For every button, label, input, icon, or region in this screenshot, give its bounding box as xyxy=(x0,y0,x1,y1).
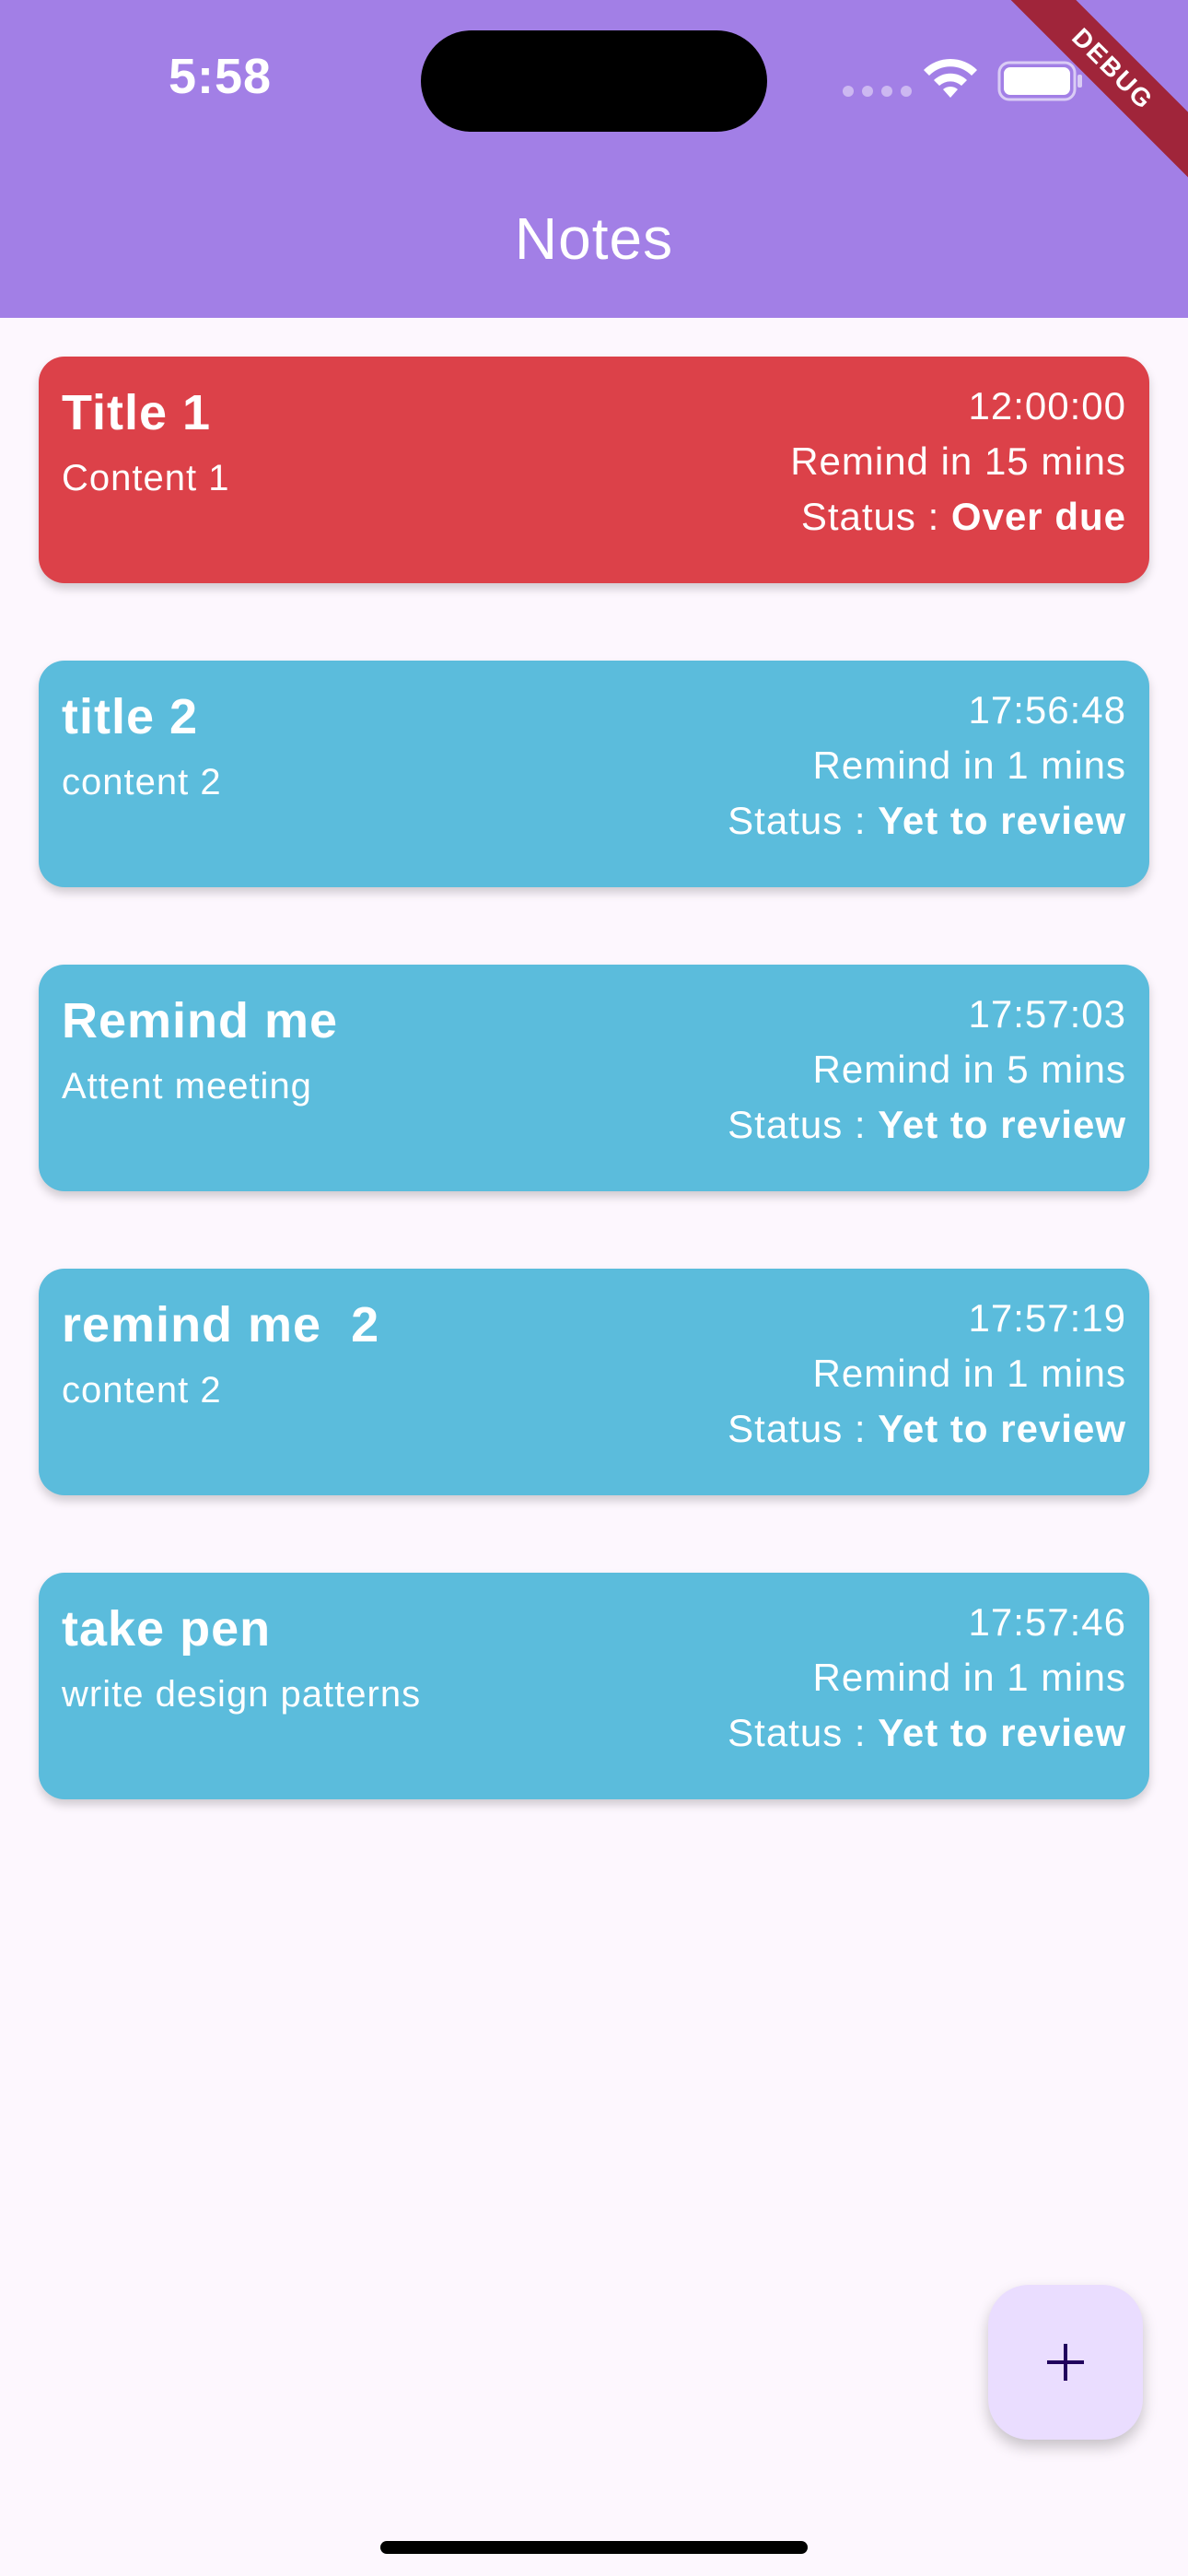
note-card[interactable]: remind me 2 content 2 17:57:19 Remind in… xyxy=(39,1269,1149,1495)
note-status: Status : Yet to review xyxy=(728,1711,1126,1755)
status-value: Yet to review xyxy=(878,1103,1126,1146)
note-card[interactable]: title 2 content 2 17:56:48 Remind in 1 m… xyxy=(39,661,1149,887)
note-content: Content 1 xyxy=(62,458,230,498)
note-status: Status : Yet to review xyxy=(728,1407,1126,1451)
note-time: 12:00:00 xyxy=(968,384,1126,427)
app-bar: 5:58 Notes DEBUG xyxy=(0,0,1188,318)
note-content: Attent meeting xyxy=(62,1066,312,1107)
add-note-button[interactable] xyxy=(988,2285,1143,2440)
note-reminder: Remind in 5 mins xyxy=(812,1048,1126,1091)
status-value: Yet to review xyxy=(878,1407,1126,1450)
status-value: Yet to review xyxy=(878,1711,1126,1754)
status-prefix: Status : xyxy=(728,1407,879,1450)
dynamic-island xyxy=(421,30,767,132)
wifi-icon xyxy=(924,58,977,98)
note-content: write design patterns xyxy=(62,1674,422,1715)
note-card[interactable]: take pen write design patterns 17:57:46 … xyxy=(39,1573,1149,1799)
note-title: Remind me xyxy=(62,993,339,1048)
note-title: remind me 2 xyxy=(62,1297,380,1352)
status-prefix: Status : xyxy=(728,799,879,842)
note-card[interactable]: Remind me Attent meeting 17:57:03 Remind… xyxy=(39,965,1149,1191)
note-content: content 2 xyxy=(62,1370,222,1411)
status-prefix: Status : xyxy=(800,495,951,538)
note-reminder: Remind in 15 mins xyxy=(790,439,1126,483)
note-status: Status : Yet to review xyxy=(728,799,1126,843)
note-time: 17:57:19 xyxy=(968,1296,1126,1340)
note-card[interactable]: Title 1 Content 1 12:00:00 Remind in 15 … xyxy=(39,357,1149,583)
home-indicator[interactable] xyxy=(380,2541,808,2554)
note-status: Status : Over due xyxy=(801,495,1126,539)
note-content: content 2 xyxy=(62,762,222,802)
note-title: title 2 xyxy=(62,689,199,744)
note-reminder: Remind in 1 mins xyxy=(812,744,1126,787)
status-bar-time: 5:58 xyxy=(169,49,273,104)
status-prefix: Status : xyxy=(728,1103,879,1146)
status-prefix: Status : xyxy=(728,1711,879,1754)
plus-icon xyxy=(1047,2344,1084,2381)
status-value: Yet to review xyxy=(878,799,1126,842)
note-time: 17:57:03 xyxy=(968,992,1126,1036)
note-reminder: Remind in 1 mins xyxy=(812,1352,1126,1395)
notes-list: Title 1 Content 1 12:00:00 Remind in 15 … xyxy=(39,357,1149,1877)
note-reminder: Remind in 1 mins xyxy=(812,1656,1126,1699)
page-title: Notes xyxy=(514,205,674,272)
battery-icon xyxy=(997,61,1082,101)
note-title: Title 1 xyxy=(62,385,212,440)
note-time: 17:56:48 xyxy=(968,688,1126,732)
note-title: take pen xyxy=(62,1601,272,1657)
cellular-signal-icon xyxy=(843,86,912,97)
note-time: 17:57:46 xyxy=(968,1600,1126,1644)
note-status: Status : Yet to review xyxy=(728,1103,1126,1147)
status-value: Over due xyxy=(950,495,1126,538)
